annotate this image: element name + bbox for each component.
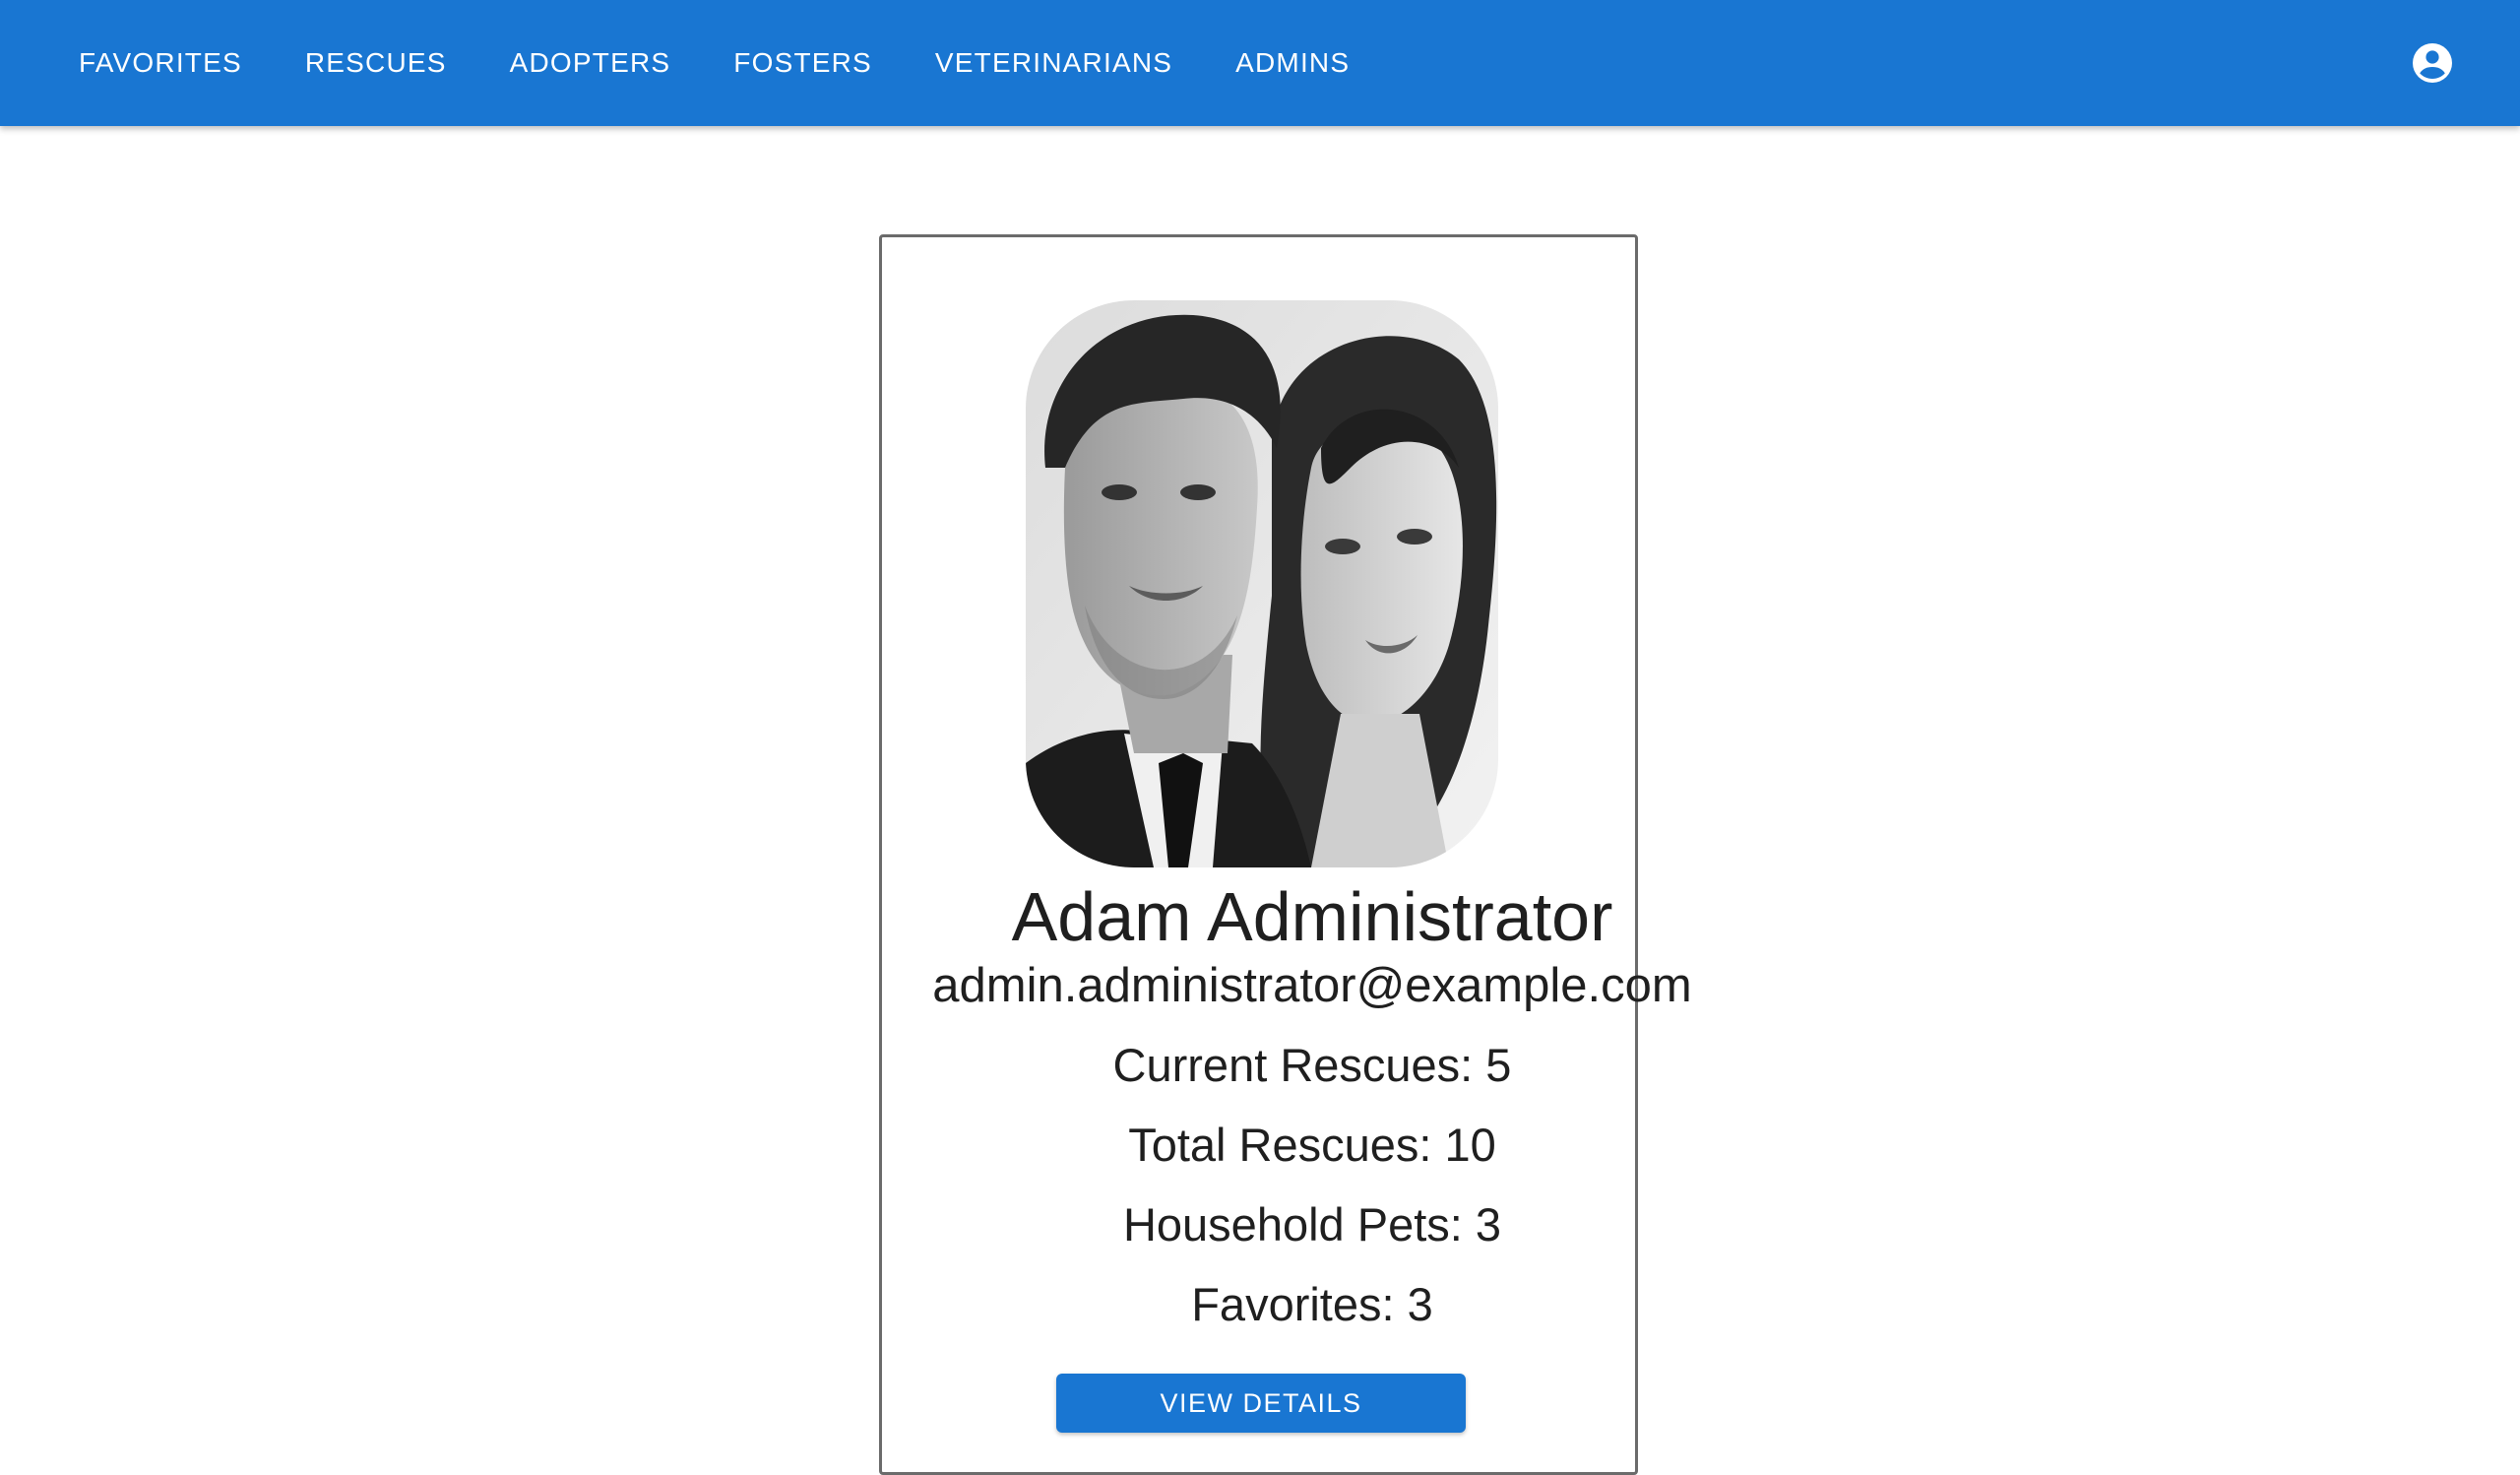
view-details-button[interactable]: VIEW DETAILS [1056,1374,1466,1433]
nav-favorites[interactable]: FAVORITES [47,33,274,93]
profile-name: Adam Administrator [1011,878,1613,955]
stat-household-pets: Household Pets: 3 [1122,1198,1502,1251]
account-button[interactable] [2409,39,2456,87]
profile-photo [1026,300,1498,867]
profile-email: admin.administrator@example.com [932,959,1692,1012]
nav-veterinarians[interactable]: VETERINARIANS [904,33,1204,93]
main-nav: FAVORITES RESCUES ADOPTERS FOSTERS VETER… [47,0,1381,126]
app-bar: FAVORITES RESCUES ADOPTERS FOSTERS VETER… [0,0,2520,126]
stat-total-rescues: Total Rescues: 10 [1128,1119,1496,1171]
nav-admins[interactable]: ADMINS [1204,33,1381,93]
account-circle-icon [2413,43,2452,83]
admin-profile-card: Adam Administrator admin.administrator@e… [879,234,1692,1475]
nav-adopters[interactable]: ADOPTERS [478,33,703,93]
stat-current-rescues: Current Rescues: 5 [1112,1039,1512,1091]
stat-favorites: Favorites: 3 [1191,1278,1433,1330]
nav-fosters[interactable]: FOSTERS [702,33,904,93]
nav-rescues[interactable]: RESCUES [274,33,478,93]
